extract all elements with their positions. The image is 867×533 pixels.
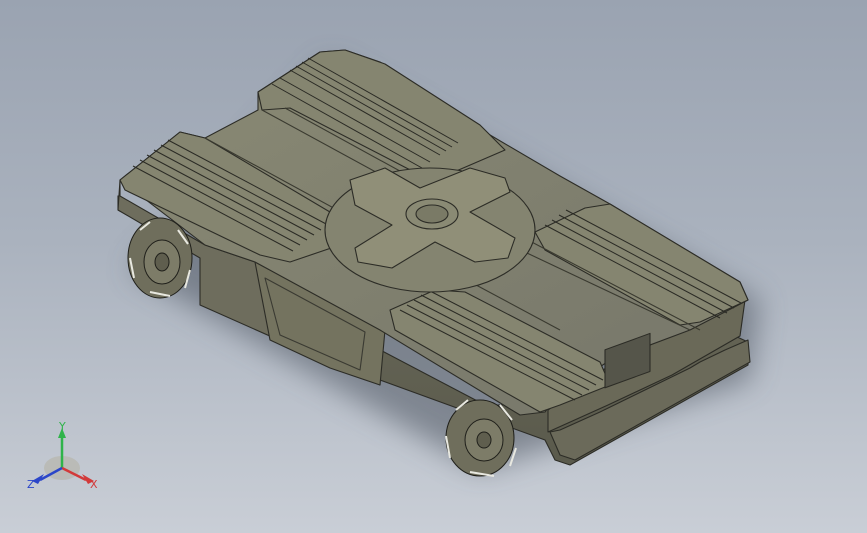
y-axis-label: Y [58,420,66,433]
z-axis-label: Z [27,478,35,491]
center-hub-inner [415,204,449,224]
x-axis-label: X [90,478,98,491]
orientation-triad: Y X Z [27,420,98,491]
cad-3d-viewport[interactable]: Y X Z [0,0,867,533]
mecanum-wheel-front-left[interactable] [127,217,193,299]
mecanum-wheel-rear-left[interactable] [445,399,517,477]
model-canvas[interactable]: Y X Z [0,0,867,533]
